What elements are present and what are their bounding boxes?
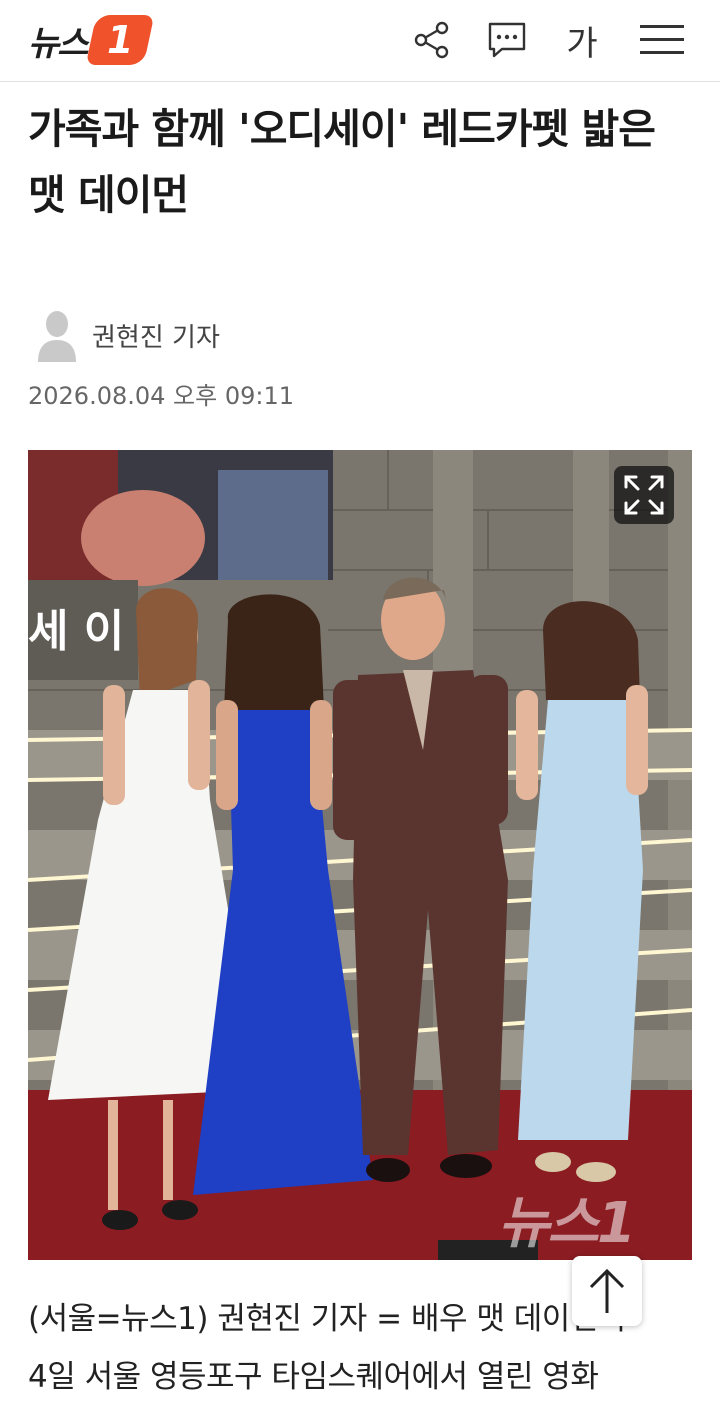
- background-sign-text: 세 이: [28, 606, 124, 657]
- scroll-to-top-button[interactable]: [572, 1256, 642, 1326]
- author-avatar-icon: [36, 308, 78, 362]
- news1-logo[interactable]: 뉴스 1: [28, 14, 154, 66]
- comment-icon[interactable]: [485, 18, 529, 62]
- photo-illustration: 세 이: [28, 450, 692, 1260]
- body-line: 4일 서울 영등포구 타임스퀘어에서 열린 영화: [28, 1359, 599, 1395]
- publish-date: 2026.08.04 오후 09:11: [28, 382, 294, 410]
- logo-badge: 1: [85, 15, 154, 65]
- logo-text: 뉴스: [28, 23, 89, 64]
- top-header: 뉴스 1 가: [0, 0, 720, 82]
- photo-watermark: 뉴스1: [498, 1191, 636, 1256]
- arrow-up-icon: [589, 1268, 625, 1313]
- author-block: 권현진 기자: [36, 308, 220, 362]
- menu-icon[interactable]: [640, 18, 684, 62]
- share-icon[interactable]: [410, 18, 454, 62]
- font-size-icon[interactable]: 가: [560, 18, 604, 64]
- expand-photo-icon[interactable]: [614, 466, 674, 524]
- author-name[interactable]: 권현진 기자: [92, 317, 220, 354]
- article-title: 가족과 함께 '오디세이' 레드카펫 밟은 맷 데이먼: [28, 105, 656, 219]
- article-photo[interactable]: 세 이 뉴스1: [28, 450, 692, 1260]
